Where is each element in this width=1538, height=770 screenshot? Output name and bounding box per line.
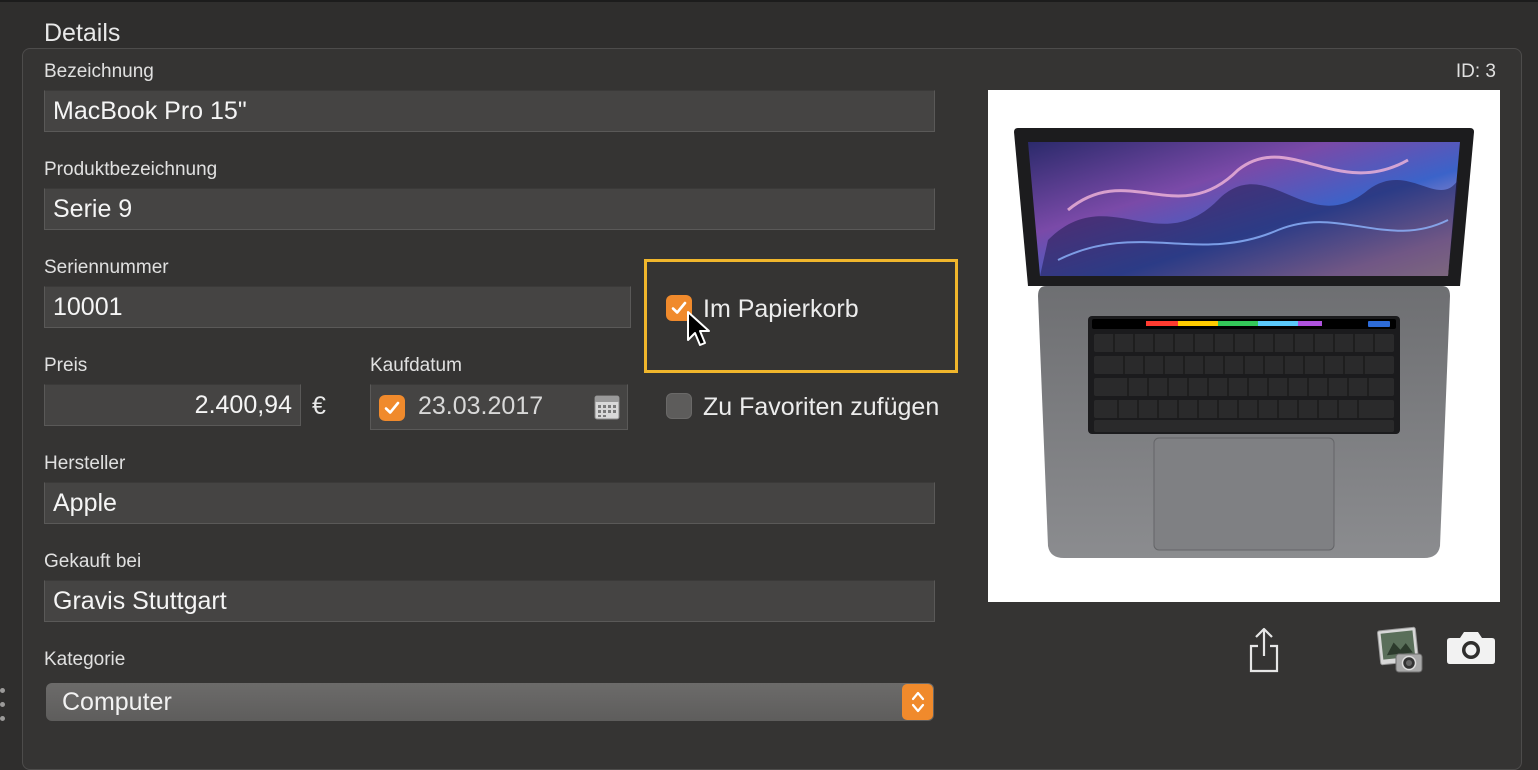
gekauft-bei-field[interactable]: Gravis Stuttgart — [44, 580, 935, 622]
favoriten-checkbox[interactable] — [666, 393, 692, 419]
calendar-icon[interactable] — [594, 394, 620, 425]
seriennummer-field[interactable]: 10001 — [44, 286, 631, 328]
mouse-cursor-icon — [686, 310, 712, 353]
produktbezeichnung-field[interactable]: Serie 9 — [44, 188, 935, 230]
kaufdatum-enable-checkbox[interactable] — [379, 395, 405, 421]
kaufdatum-value[interactable]: 23.03.2017 — [418, 392, 543, 421]
section-title: Details — [44, 19, 121, 47]
record-id: ID: 3 — [1455, 61, 1496, 82]
bezeichnung-field[interactable]: MacBook Pro 15" — [44, 90, 935, 132]
hersteller-field[interactable]: Apple — [44, 482, 935, 524]
favoriten-label[interactable]: Zu Favoriten zufügen — [703, 392, 939, 422]
window-top-border — [0, 0, 1538, 2]
gekauft-bei-label: Gekauft bei — [44, 551, 142, 572]
preis-field[interactable]: 2.400,94 — [44, 384, 301, 426]
camera-icon[interactable] — [1446, 628, 1496, 671]
papierkorb-label[interactable]: Im Papierkorb — [703, 294, 859, 324]
bezeichnung-label: Bezeichnung — [44, 61, 154, 82]
kategorie-label: Kategorie — [44, 649, 126, 670]
hersteller-label: Hersteller — [44, 453, 126, 474]
split-view-handle[interactable] — [0, 688, 5, 721]
product-image[interactable] — [988, 90, 1500, 602]
kategorie-value: Computer — [62, 688, 172, 716]
laptop-image — [1014, 128, 1474, 558]
chevron-up-down-icon — [911, 691, 924, 713]
kategorie-popup[interactable]: Computer — [46, 683, 934, 721]
share-icon[interactable] — [1246, 626, 1282, 679]
iphoto-icon[interactable] — [1376, 626, 1424, 679]
preis-label: Preis — [44, 355, 88, 376]
currency-symbol: € — [312, 392, 326, 420]
produktbezeichnung-label: Produktbezeichnung — [44, 159, 218, 180]
seriennummer-label: Seriennummer — [44, 257, 169, 278]
kategorie-popup-arrows[interactable] — [902, 684, 933, 720]
kaufdatum-label: Kaufdatum — [370, 355, 462, 376]
checkmark-icon — [384, 401, 400, 414]
